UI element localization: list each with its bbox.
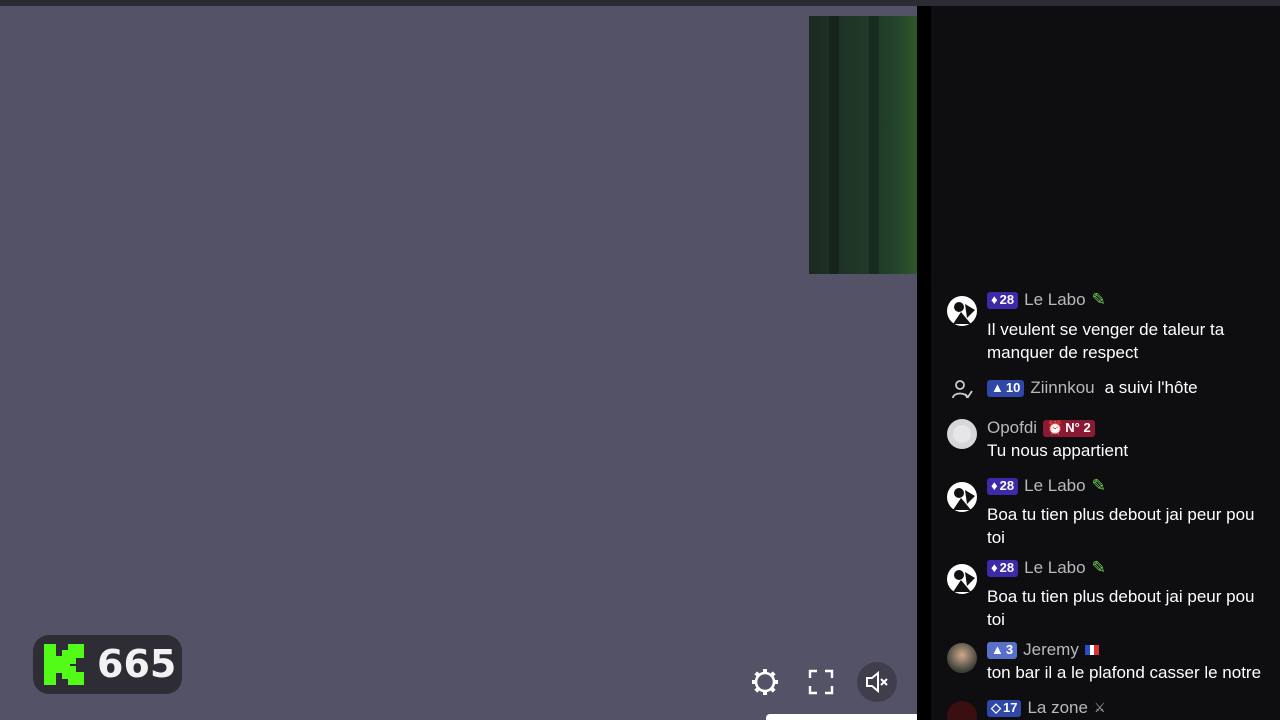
- avatar-logo-icon: [953, 302, 975, 324]
- avatar[interactable]: [947, 643, 977, 673]
- fullscreen-button[interactable]: [801, 662, 841, 702]
- subscriber-badge: ♦ 28: [987, 291, 1019, 309]
- message-text: Boa tu tien plus debout jai peur pou toi: [987, 587, 1255, 629]
- default-avatar-icon: [953, 425, 971, 443]
- avatar[interactable]: [947, 564, 977, 594]
- follow-text: a suivi l'hôte: [1104, 378, 1198, 397]
- mute-button[interactable]: [857, 662, 897, 702]
- avatar-logo-icon: [953, 570, 975, 592]
- clock-icon: ⏰: [1047, 420, 1064, 435]
- gem-icon: ♦: [991, 560, 998, 575]
- username[interactable]: Jeremy: [1023, 639, 1079, 661]
- chat-panel: ♦ 28 Le Labo ✎ Il veulent se venger de ta…: [931, 6, 1280, 720]
- flag-fr-icon: [1084, 645, 1099, 655]
- speaker-muted-icon: [866, 670, 888, 694]
- triangle-icon: ▲: [991, 380, 1004, 395]
- username[interactable]: Le Labo: [1024, 475, 1085, 497]
- level-badge: ◇ 17: [987, 699, 1022, 717]
- message-text: Il veulent se venger de taleur ta manque…: [987, 320, 1225, 362]
- username[interactable]: Le Labo: [1024, 557, 1085, 579]
- pencil-icon: ✎: [1091, 558, 1106, 577]
- viewer-counter: 665: [33, 635, 182, 694]
- subscriber-badge: ♦ 28: [987, 477, 1019, 495]
- diamond-icon: ◇: [991, 700, 1001, 715]
- message-text: Boa tu tien plus debout jai peur pou toi: [987, 505, 1255, 547]
- gem-icon: ♦: [991, 478, 998, 493]
- viewer-count: 665: [97, 642, 177, 686]
- level-badge: ▲ 3: [987, 641, 1018, 659]
- top-gifter-badge: ⏰ N° 2: [1043, 419, 1095, 437]
- username[interactable]: Le Labo: [1024, 289, 1085, 311]
- username[interactable]: Ziinnkou: [1030, 377, 1094, 399]
- avatar[interactable]: [947, 419, 977, 449]
- pencil-icon: ✎: [1091, 476, 1106, 495]
- video-player[interactable]: [0, 6, 917, 720]
- avatar[interactable]: [947, 701, 977, 720]
- gear-icon: [752, 669, 778, 695]
- swords-icon: ⚔: [1093, 700, 1106, 715]
- follow-icon: [952, 380, 973, 399]
- divider: [917, 6, 931, 720]
- avatar-logo-icon: [953, 488, 975, 510]
- kick-logo-icon: [44, 644, 84, 685]
- avatar[interactable]: [947, 296, 977, 326]
- triangle-icon: ▲: [991, 642, 1004, 657]
- gem-icon: ♦: [991, 292, 998, 307]
- avatar[interactable]: [947, 482, 977, 512]
- pencil-icon: ✎: [1091, 290, 1106, 309]
- message-text: Tu nous appartient: [987, 441, 1129, 460]
- username[interactable]: Opofdi: [987, 417, 1037, 439]
- username[interactable]: La zone: [1027, 697, 1088, 719]
- settings-button[interactable]: [745, 662, 785, 702]
- level-badge: ▲ 10: [987, 379, 1025, 397]
- fullscreen-icon: [808, 669, 834, 695]
- message-text: ton bar il a le plafond casser le notre: [987, 663, 1262, 682]
- subscriber-badge: ♦ 28: [987, 559, 1019, 577]
